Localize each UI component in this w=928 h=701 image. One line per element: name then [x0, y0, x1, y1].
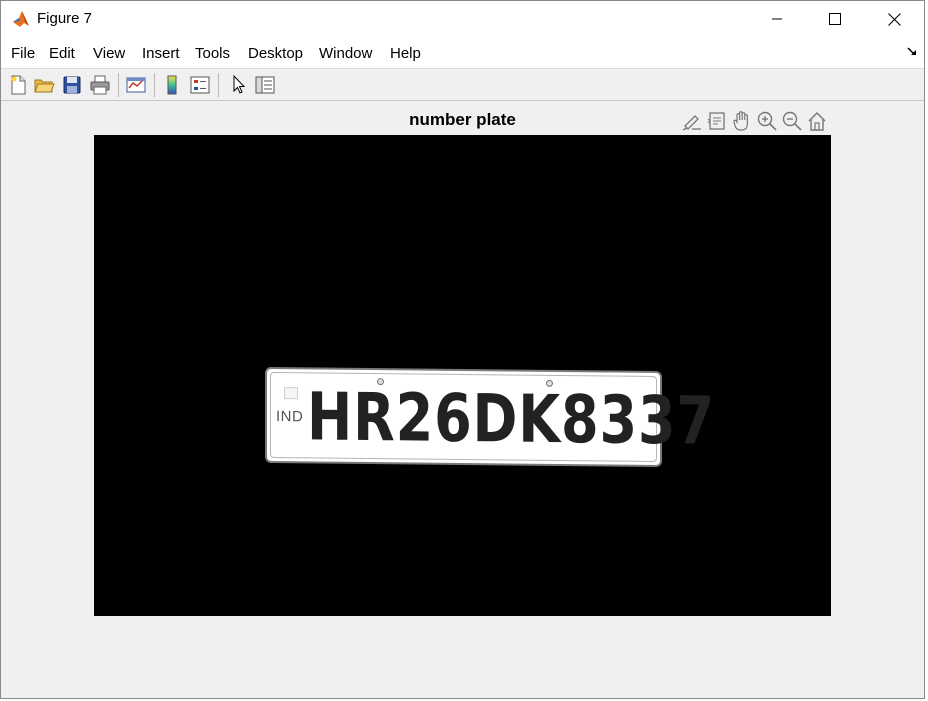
menu-tools[interactable]: Tools	[195, 45, 230, 62]
insert-colorbar-icon[interactable]	[161, 74, 183, 96]
image-axes[interactable]: IND HR26DK8337	[94, 135, 831, 616]
toolbar-separator	[218, 73, 219, 97]
menu-view[interactable]: View	[93, 45, 125, 62]
menu-bar: File Edit View Insert Tools Desktop Wind…	[1, 37, 924, 69]
number-plate: IND HR26DK8337	[265, 366, 715, 468]
menu-file[interactable]: File	[11, 45, 35, 62]
data-tips-icon[interactable]	[706, 109, 728, 133]
zoom-in-icon[interactable]	[756, 109, 778, 133]
figure-window: Figure 7 File Edit View Insert Tools Des…	[0, 0, 925, 699]
plate-registration-number: HR26DK8337	[307, 378, 715, 460]
figure-toolbar	[1, 69, 924, 101]
property-inspector-icon[interactable]	[254, 74, 276, 96]
hologram-emblem-icon	[284, 387, 298, 400]
menu-window[interactable]: Window	[319, 45, 372, 62]
zoom-out-icon[interactable]	[781, 109, 803, 133]
toolbar-separator	[154, 73, 155, 97]
title-bar: Figure 7	[1, 1, 924, 37]
matlab-logo-icon	[11, 9, 31, 29]
minimize-button[interactable]	[748, 1, 806, 37]
axes-toolbar	[681, 109, 831, 133]
edit-plot-arrow-icon[interactable]	[227, 74, 249, 96]
menu-insert[interactable]: Insert	[142, 45, 180, 62]
window-title: Figure 7	[37, 10, 93, 27]
brush-data-icon[interactable]	[681, 109, 703, 133]
dock-arrow-icon[interactable]	[907, 45, 919, 57]
maximize-button[interactable]	[806, 1, 864, 37]
save-icon[interactable]	[61, 74, 83, 96]
menu-edit[interactable]: Edit	[49, 45, 75, 62]
close-button[interactable]	[865, 1, 923, 37]
menu-help[interactable]: Help	[390, 45, 421, 62]
pan-icon[interactable]	[731, 109, 753, 133]
open-file-icon[interactable]	[33, 74, 55, 96]
link-plot-icon[interactable]	[125, 74, 147, 96]
print-icon[interactable]	[89, 74, 111, 96]
plate-country-code: IND	[276, 408, 304, 426]
restore-view-icon[interactable]	[806, 109, 828, 133]
insert-legend-icon[interactable]	[189, 74, 211, 96]
toolbar-separator	[118, 73, 119, 97]
menu-desktop[interactable]: Desktop	[248, 45, 303, 62]
new-figure-icon[interactable]	[7, 74, 29, 96]
